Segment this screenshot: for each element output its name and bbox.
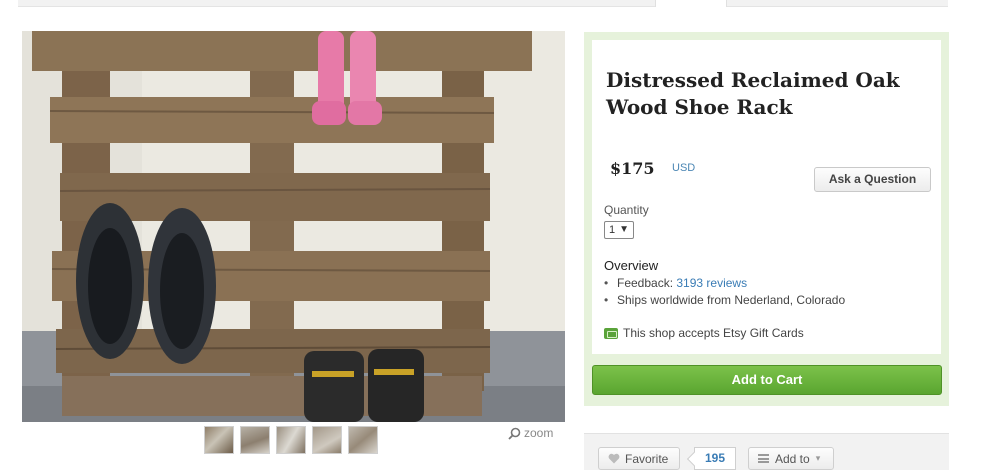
overview-list: Feedback: 3193 reviews Ships worldwide f… (604, 275, 845, 309)
top-nav-bar (18, 0, 948, 7)
buy-box: Distressed Reclaimed Oak Wood Shoe Rack … (584, 32, 949, 406)
magnifier-icon (508, 427, 521, 440)
giftcard-icon (604, 327, 618, 339)
dropdown-arrow-icon: ▼ (619, 224, 629, 235)
feedback-prefix: Feedback: (617, 276, 677, 290)
add-to-button[interactable]: Add to ▾ (748, 447, 834, 470)
thumbnail-strip (204, 426, 378, 454)
add-to-cart-button[interactable]: Add to Cart (592, 365, 942, 395)
favorite-button[interactable]: Favorite (598, 447, 680, 470)
chevron-down-icon: ▾ (815, 453, 821, 463)
favorite-label: Favorite (625, 451, 669, 466)
quantity-select[interactable]: 1 ▼ (604, 221, 634, 239)
thumbnail[interactable] (240, 426, 270, 454)
ships-item: Ships worldwide from Nederland, Colorado (604, 292, 845, 309)
product-photo-image (22, 31, 565, 422)
giftcard-notice: This shop accepts Etsy Gift Cards (604, 326, 804, 340)
feedback-reviews-link[interactable]: 3193 reviews (676, 276, 747, 290)
add-to-label: Add to (775, 451, 810, 466)
thumbnail[interactable] (276, 426, 306, 454)
list-icon (758, 454, 769, 463)
thumbnail[interactable] (204, 426, 234, 454)
social-actions: Favorite 195 Add to ▾ (584, 433, 949, 470)
quantity-label: Quantity (604, 203, 649, 217)
heart-icon (608, 453, 620, 464)
ask-question-button[interactable]: Ask a Question (814, 167, 931, 192)
currency-code[interactable]: USD (672, 162, 695, 174)
product-photo[interactable] (22, 31, 565, 422)
thumbnail[interactable] (348, 426, 378, 454)
nav-tab[interactable] (655, 0, 727, 7)
listing-price: $175 (610, 159, 655, 178)
zoom-link[interactable]: zoom (508, 426, 553, 440)
giftcard-text: This shop accepts Etsy Gift Cards (623, 326, 804, 340)
listing-details: Distressed Reclaimed Oak Wood Shoe Rack … (592, 40, 941, 354)
listing-title: Distressed Reclaimed Oak Wood Shoe Rack (606, 68, 900, 119)
overview-heading: Overview (604, 258, 659, 273)
thumbnail[interactable] (312, 426, 342, 454)
feedback-item: Feedback: 3193 reviews (604, 275, 845, 292)
favorite-count[interactable]: 195 (694, 447, 736, 470)
zoom-label: zoom (524, 426, 554, 440)
quantity-value: 1 (609, 224, 616, 236)
